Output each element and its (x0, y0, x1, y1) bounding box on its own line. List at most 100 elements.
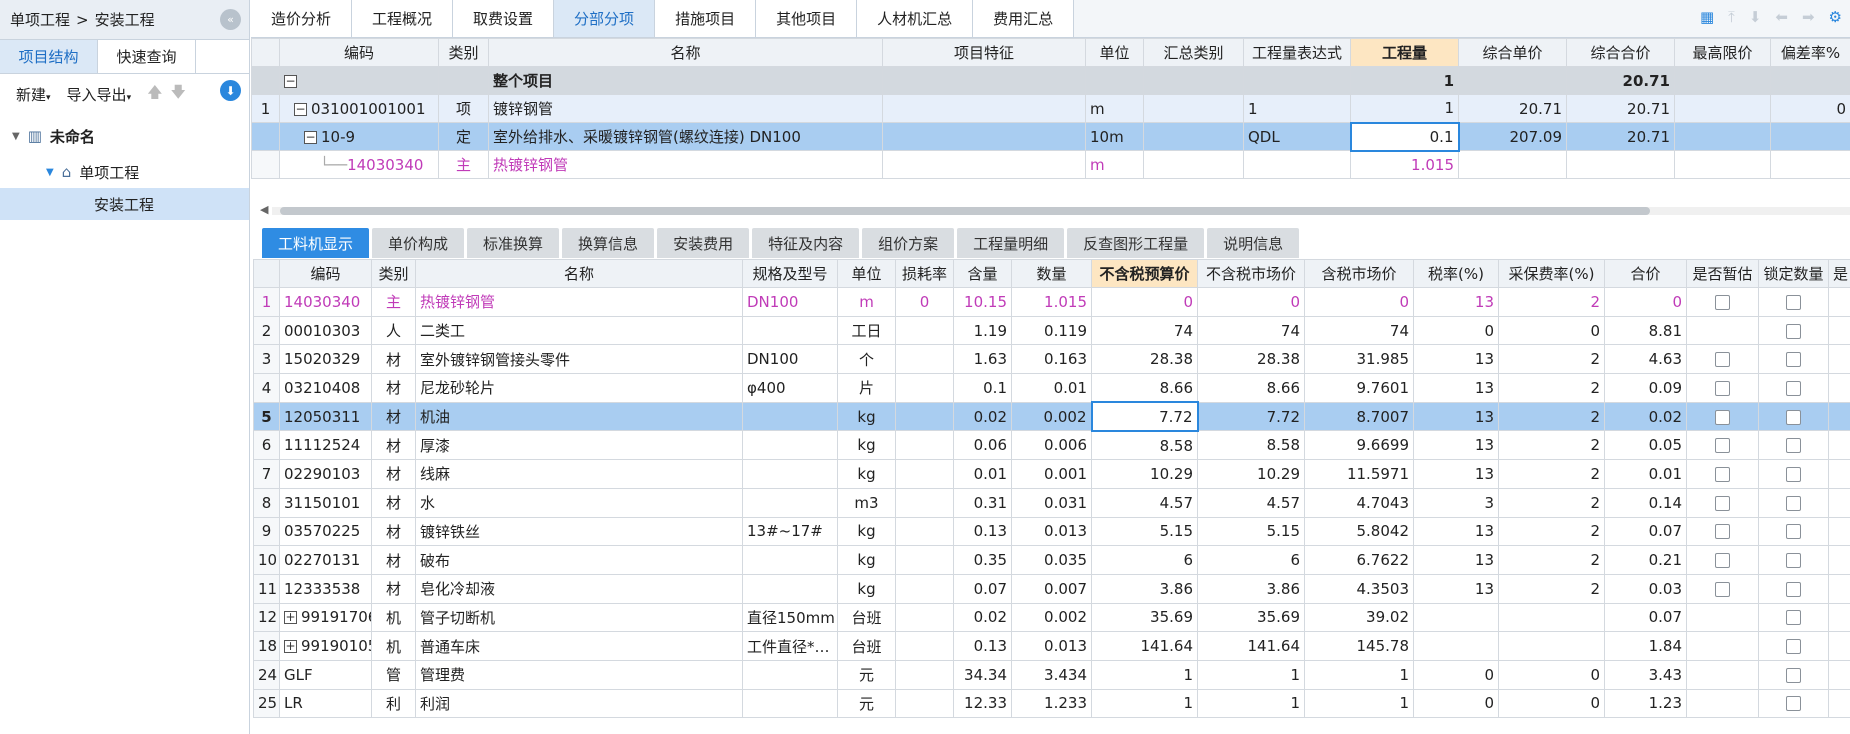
cell-name[interactable]: 整个项目 (488, 66, 883, 95)
cell-sum[interactable]: 20.71 (1566, 122, 1675, 151)
move-top-icon[interactable]: ⤒ (1728, 8, 1735, 26)
col-header-code[interactable]: 编码 (279, 38, 439, 67)
cell-loss[interactable] (895, 631, 954, 661)
cell-unit[interactable]: kg (837, 545, 896, 575)
cell-tax-market-price[interactable]: 8.7007 (1304, 401, 1414, 432)
col-header-tax-market-price[interactable]: 含税市场价 (1304, 259, 1414, 288)
cell-content[interactable]: 0.02 (953, 401, 1012, 432)
cell-total[interactable]: 8.81 (1604, 315, 1687, 346)
cell-sum[interactable]: 20.71 (1566, 66, 1675, 95)
tab-measures[interactable]: 措施项目 (655, 0, 757, 37)
cell-dev[interactable] (1770, 66, 1850, 95)
cell-unit[interactable]: 10m (1085, 122, 1144, 151)
import-export-button[interactable]: 导入导出▾ (67, 84, 132, 105)
col-header-content[interactable]: 含量 (953, 259, 1012, 288)
cell-code[interactable]: 15020329 (279, 344, 372, 375)
col-header-lock-qty[interactable]: 锁定数量 (1758, 259, 1829, 288)
table-row-selected[interactable]: 5 12050311 材机油 kg 0.02 0.002 7.72 7.72 8.7007 13 2… (253, 401, 1850, 432)
col-header-qty-expr[interactable]: 工程量表达式 (1243, 38, 1351, 67)
cell-code[interactable]: 14030340 (279, 287, 372, 317)
cell-qty[interactable]: 0.002 (1011, 602, 1092, 633)
cell-market-price[interactable]: 7.72 (1197, 401, 1305, 432)
cell-loss[interactable] (895, 516, 954, 547)
cell-dev[interactable] (1770, 150, 1850, 179)
tab-unit-price-composition[interactable]: 单价构成 (372, 228, 465, 258)
cell-tax-market-price[interactable]: 5.8042 (1304, 516, 1414, 547)
chart-icon[interactable]: ▦ (1700, 8, 1714, 26)
cell-tax-market-price[interactable]: 4.3503 (1304, 573, 1414, 604)
cell-tax-rate[interactable]: 13 (1413, 401, 1499, 432)
cell-tax-rate[interactable]: 0 (1413, 315, 1499, 346)
provisional-checkbox[interactable] (1715, 352, 1730, 368)
cell-fee-rate[interactable]: 2 (1498, 459, 1605, 489)
cell-category[interactable] (1143, 66, 1244, 95)
cell-code[interactable]: 03570225 (279, 516, 372, 547)
cell-qty[interactable]: 0.001 (1011, 459, 1092, 489)
cell-tax-rate[interactable]: 13 (1413, 344, 1499, 375)
cell-tax-rate[interactable]: 13 (1413, 573, 1499, 604)
cell-loss[interactable] (895, 545, 954, 575)
cell-budget-price[interactable]: 6 (1091, 545, 1198, 575)
cell-total[interactable]: 0.21 (1604, 545, 1687, 575)
cell-max[interactable] (1674, 150, 1771, 179)
cell-tax-market-price[interactable]: 9.6699 (1304, 430, 1414, 461)
scroll-thumb[interactable] (280, 207, 1650, 215)
cell-feature[interactable] (882, 122, 1086, 151)
cell-tax-market-price[interactable]: 31.985 (1304, 344, 1414, 375)
cell-budget-price[interactable]: 4.57 (1091, 487, 1198, 518)
cell-tax-market-price[interactable]: 9.7601 (1304, 373, 1414, 403)
tab-reverse-graphic-qty[interactable]: 反查图形工程量 (1067, 228, 1205, 258)
cell-unit[interactable]: kg (837, 401, 896, 432)
provisional-checkbox[interactable] (1715, 380, 1730, 396)
cell-name[interactable]: 线麻 (415, 459, 743, 489)
cell-total[interactable]: 0.01 (1604, 459, 1687, 489)
lock-qty-checkbox[interactable] (1786, 667, 1801, 683)
cell-market-price[interactable]: 1 (1197, 659, 1305, 690)
expand-icon[interactable]: + (284, 640, 297, 654)
cell-name[interactable]: 机油 (415, 401, 743, 432)
cell-code[interactable]: 02270131 (279, 545, 372, 575)
cell-name[interactable]: 二类工 (415, 315, 743, 346)
cell-type[interactable]: 主 (438, 150, 489, 179)
cell-loss[interactable] (895, 573, 954, 604)
provisional-checkbox[interactable] (1715, 524, 1730, 540)
cell-code[interactable]: LR (279, 688, 372, 719)
cell-type[interactable]: 利 (371, 688, 416, 719)
cell-spec[interactable]: φ400 (742, 373, 838, 403)
cell-fee-rate[interactable]: 2 (1498, 487, 1605, 518)
cell-content[interactable]: 0.02 (953, 602, 1012, 633)
table-row[interactable]: 11 12333538 材皂化冷却液 kg 0.07 0.007 3.86 3.86 4.350… (253, 573, 1850, 604)
cell-feature[interactable] (882, 66, 1086, 95)
cell-qty[interactable]: 3.434 (1011, 659, 1092, 690)
lock-qty-checkbox[interactable] (1786, 352, 1801, 368)
cell-unit[interactable]: kg (837, 459, 896, 489)
cell-content[interactable]: 1.19 (953, 315, 1012, 346)
cell-qty[interactable]: 0.013 (1011, 631, 1092, 661)
new-button[interactable]: 新建▾ (16, 84, 51, 105)
cell-budget-price[interactable]: 1 (1091, 659, 1198, 690)
lock-qty-checkbox[interactable] (1786, 639, 1801, 655)
cell-unit[interactable]: 片 (837, 373, 896, 403)
cell-fee-rate[interactable] (1498, 602, 1605, 633)
lock-qty-checkbox[interactable] (1786, 696, 1801, 712)
cell-code[interactable]: └──14030340 (279, 150, 439, 179)
col-header-name[interactable]: 名称 (488, 38, 883, 67)
cell-expr[interactable]: QDL (1243, 122, 1351, 151)
provisional-checkbox[interactable] (1715, 581, 1730, 597)
cell-total[interactable]: 0.14 (1604, 487, 1687, 518)
cell-content[interactable]: 0.1 (953, 373, 1012, 403)
download-icon[interactable]: ⬇ (220, 80, 241, 101)
col-header-unit[interactable]: 单位 (1085, 38, 1144, 67)
cell-tax-rate[interactable]: 13 (1413, 287, 1499, 317)
cell-qty[interactable]: 0.002 (1011, 401, 1092, 432)
table-row[interactable]: 12 +99191706 机管子切断机 直径150mm 台班 0.02 0.002 35.69… (253, 602, 1850, 633)
cell-price[interactable] (1458, 66, 1567, 95)
cell-market-price[interactable]: 28.38 (1197, 344, 1305, 375)
cell-max[interactable] (1674, 94, 1771, 123)
tab-other-items[interactable]: 其他项目 (756, 0, 858, 37)
cell-spec[interactable]: 工件直径*… (742, 631, 838, 661)
cell-market-price[interactable]: 10.29 (1197, 459, 1305, 489)
total-row[interactable]: − 整个项目 1 20.71 (251, 66, 1850, 95)
cell-name[interactable]: 镀锌铁丝 (415, 516, 743, 547)
lock-qty-checkbox[interactable] (1786, 466, 1801, 482)
